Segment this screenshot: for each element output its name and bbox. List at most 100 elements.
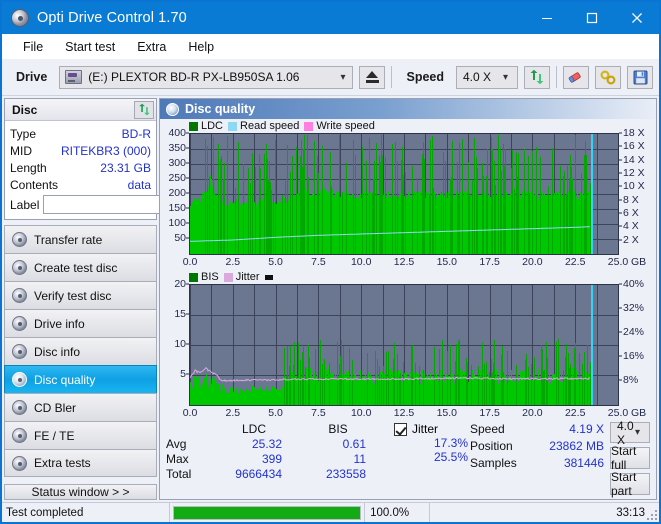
sidebar-item-cd-bler[interactable]: CD Bler: [4, 393, 157, 421]
disc-icon: [12, 455, 27, 471]
x-tick-label: 17.5: [479, 407, 500, 419]
sidebar-nav: Transfer rate Create test disc Verify te…: [4, 225, 157, 477]
sidebar-item-transfer-rate[interactable]: Transfer rate: [4, 225, 157, 253]
stats-grid: LDC BIS Avg 25.32 0.61 Max 399 11 Total …: [166, 422, 394, 481]
legend-item-jitter: Jitter: [223, 271, 260, 283]
erase-button[interactable]: [563, 65, 589, 89]
maximize-icon[interactable]: [569, 2, 614, 34]
status-window-button[interactable]: Status window > >: [4, 484, 157, 500]
jitter-checkbox[interactable]: [394, 422, 407, 436]
disc-row-value: BD-R: [121, 126, 151, 141]
refresh-button[interactable]: [524, 65, 550, 89]
save-icon: [633, 70, 647, 84]
sidebar-item-disc-info[interactable]: Disc info: [4, 337, 157, 365]
y2-tick: [619, 185, 622, 187]
drive-icon: [65, 70, 83, 84]
x-tick-label: 25.0: [607, 256, 629, 268]
y2-tick-label: 32%: [623, 302, 645, 314]
y2-tick: [619, 283, 622, 285]
eject-button[interactable]: [359, 65, 386, 89]
resize-grip[interactable]: [647, 510, 657, 520]
sidebar-item-label: Transfer rate: [34, 232, 103, 247]
y-tick-label: 50: [174, 232, 186, 244]
y2-tick: [619, 212, 622, 214]
legend-swatch: [228, 121, 238, 131]
ldc-plot-area[interactable]: [189, 133, 619, 255]
menu-bar: File Start test Extra Help: [2, 34, 659, 59]
sidebar-item-label: Verify test disc: [34, 288, 112, 303]
position-info-value: 23862 MB: [549, 439, 604, 453]
close-icon[interactable]: [614, 2, 659, 34]
jitter-checkbox-row[interactable]: Jitter: [394, 422, 470, 436]
y-tick-label: 150: [168, 202, 186, 214]
sidebar-item-create-test-disc[interactable]: Create test disc: [4, 253, 157, 281]
x-axis-unit: GB: [631, 407, 647, 419]
status-text: Test completed: [2, 503, 170, 522]
speed-select[interactable]: 4.0 X ▾: [456, 65, 518, 89]
save-button[interactable]: [627, 65, 653, 89]
disc-refresh-button[interactable]: [134, 100, 154, 119]
x-tick-label: 17.5: [479, 256, 500, 268]
sidebar-item-label: FE / TE: [34, 428, 75, 443]
y2-tick-label: 16%: [623, 350, 645, 362]
y2-tick: [619, 331, 622, 333]
test-controls: 4.0 X ▾ Start full Start part: [610, 419, 650, 498]
eject-icon: [365, 71, 379, 83]
bis-plot-area[interactable]: [189, 284, 619, 406]
drive-select-value: (E:) PLEXTOR BD-R PX-LB950SA 1.06: [88, 70, 300, 84]
legend-label: Jitter: [235, 271, 260, 283]
legend-label: LDC: [201, 120, 224, 132]
disc-info-panel: Disc Type BD-R MID RITEKBR3 (000) Length…: [4, 98, 246, 220]
disc-icon: [12, 260, 27, 275]
y2-tick-label: 12 X: [623, 167, 645, 179]
x-tick-label: 0.0: [182, 256, 198, 268]
sidebar-item-drive-info[interactable]: Drive info: [4, 309, 157, 337]
x-tick-label: 12.5: [393, 256, 415, 268]
sidebar-item-verify-test-disc[interactable]: Verify test disc: [4, 281, 157, 309]
refresh-icon: [530, 69, 544, 85]
x-tick-label: 25.0: [607, 407, 629, 419]
disc-icon: [12, 316, 27, 331]
disc-icon: [12, 232, 27, 247]
x-tick-label: 12.5: [393, 407, 415, 419]
progress-bar: [170, 503, 364, 522]
refresh-icon: [138, 103, 150, 116]
y-tick-label: 10: [174, 338, 186, 350]
disc-row-key: MID: [10, 143, 32, 158]
x-tick-label: 22.5: [564, 407, 586, 419]
disc-row-key: Length: [10, 160, 47, 175]
chevron-down-icon: ▾: [634, 427, 640, 438]
minimize-icon[interactable]: [524, 2, 569, 34]
disc-panel-title: Disc: [12, 102, 38, 117]
menu-item-help[interactable]: Help: [177, 37, 225, 57]
start-full-button[interactable]: Start full: [610, 444, 650, 472]
menu-item-start-test[interactable]: Start test: [54, 37, 126, 57]
start-part-button[interactable]: Start part: [610, 470, 650, 498]
status-bar: Test completed 100.0% 33:13: [2, 502, 659, 522]
legend-item-read-speed: Read speed: [228, 120, 299, 132]
disc-panel-header: Disc: [5, 99, 156, 121]
ldc-chart-legend: LDC Read speed Write speed: [160, 119, 656, 133]
test-speed-select[interactable]: 4.0 X ▾: [610, 419, 650, 447]
x-tick-label: 22.5: [564, 256, 586, 268]
y2-tick-label: 40%: [623, 278, 645, 290]
y2-tick: [619, 307, 622, 309]
sidebar-item-extra-tests[interactable]: Extra tests: [4, 449, 157, 477]
sidebar-item-disc-quality[interactable]: Disc quality: [4, 365, 157, 393]
left-panel: Disc Type BD-R MID RITEKBR3 (000) Length…: [2, 96, 246, 502]
menu-item-extra[interactable]: Extra: [126, 37, 177, 57]
stats-row-key: Total: [166, 467, 192, 481]
disc-row-type: Type BD-R: [10, 125, 151, 142]
drive-select[interactable]: (E:) PLEXTOR BD-R PX-LB950SA 1.06 ▾: [59, 65, 354, 89]
menu-item-file[interactable]: File: [12, 37, 54, 57]
sidebar-item-fe-te[interactable]: FE / TE: [4, 421, 157, 449]
stats-max-bis: 11: [353, 452, 366, 466]
ldc-chart: LDC Read speed Write speed 50 100 150 200 25…: [160, 119, 656, 270]
disc-row-value: data: [127, 177, 151, 192]
y2-tick-label: 6 X: [623, 207, 639, 219]
tools-button[interactable]: [595, 65, 621, 89]
bis-y-axis-left: 5 10 15 20: [160, 278, 189, 406]
toolbar: Drive (E:) PLEXTOR BD-R PX-LB950SA 1.06 …: [2, 59, 659, 96]
position-cursor: [591, 134, 593, 254]
overlay-line-series: [190, 226, 590, 242]
